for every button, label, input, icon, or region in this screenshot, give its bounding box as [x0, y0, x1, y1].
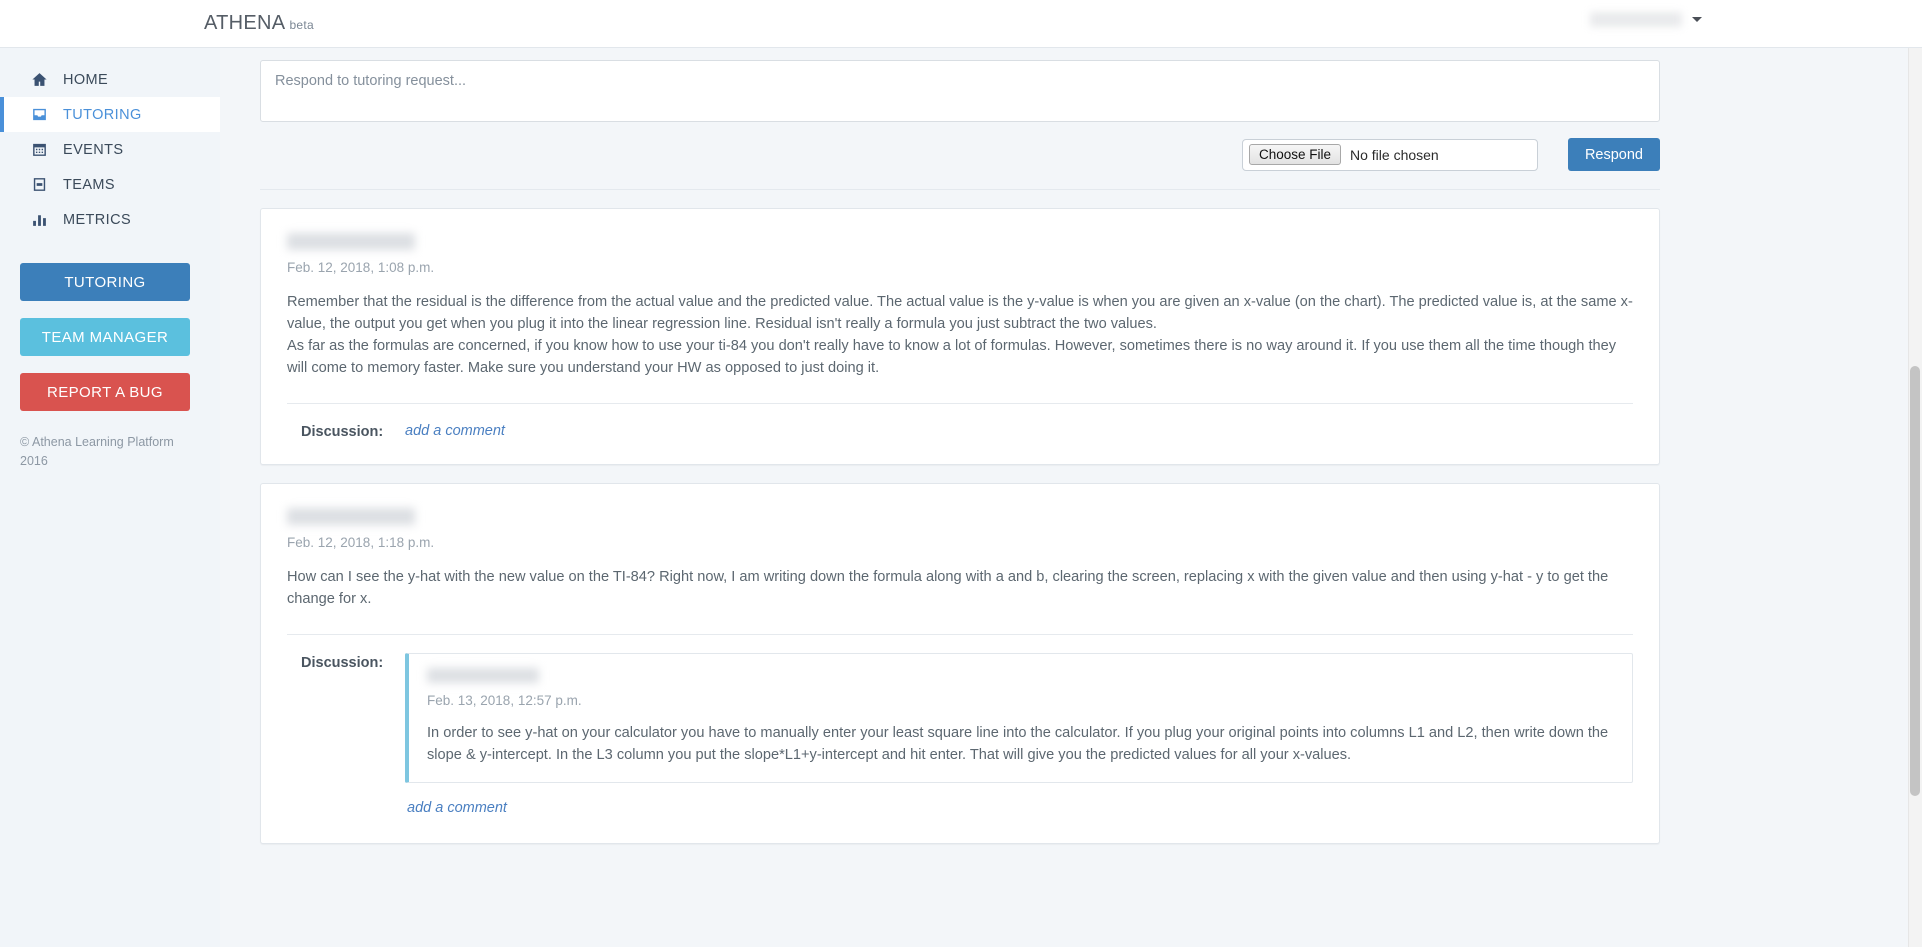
team-manager-button[interactable]: TEAM MANAGER	[20, 318, 190, 356]
comment-footer: add a comment	[405, 783, 1633, 819]
comment-item: Feb. 13, 2018, 12:57 p.m. In order to se…	[405, 653, 1633, 783]
vertical-scrollbar[interactable]	[1908, 48, 1922, 947]
post-timestamp: Feb. 12, 2018, 1:08 p.m.	[287, 260, 435, 275]
user-name-label	[1590, 12, 1682, 27]
scrollbar-thumb[interactable]	[1910, 366, 1920, 796]
report-a-bug-button[interactable]: REPORT A BUG	[20, 373, 190, 411]
sidebar: HOME TUTORING EVENTS TEAMS METRICS TUTOR…	[0, 48, 220, 947]
sidebar-item-metrics[interactable]: METRICS	[0, 202, 220, 237]
comment-body: In order to see y-hat on your calculator…	[427, 725, 1609, 763]
post-card: Feb. 12, 2018, 1:18 p.m. How can I see t…	[260, 483, 1660, 844]
tutoring-button[interactable]: TUTORING	[20, 263, 190, 301]
post-author-name	[287, 508, 415, 525]
bar-chart-icon	[28, 211, 50, 228]
page-layout: HOME TUTORING EVENTS TEAMS METRICS TUTOR…	[0, 48, 1922, 947]
sidebar-item-label: HOME	[63, 71, 109, 88]
chevron-down-icon	[1692, 17, 1702, 22]
comment-author-name	[427, 668, 539, 683]
discussion-label: Discussion:	[301, 655, 384, 671]
post-body: How can I see the y-hat with the new val…	[287, 566, 1633, 610]
post-author-name	[287, 233, 415, 250]
choose-file-button[interactable]: Choose File	[1248, 144, 1341, 165]
sidebar-item-label: METRICS	[63, 211, 132, 228]
file-upload-input[interactable]: Choose File No file chosen	[1241, 138, 1538, 171]
sidebar-action-buttons: TUTORING TEAM MANAGER REPORT A BUG	[0, 263, 220, 411]
post-paragraph: Remember that the residual is the differ…	[287, 294, 1633, 332]
compose-area: Respond to tutoring request... Choose Fi…	[260, 48, 1912, 190]
respond-textarea[interactable]: Respond to tutoring request...	[260, 60, 1660, 122]
add-comment-link[interactable]: add a comment	[405, 423, 505, 439]
sidebar-item-tutoring[interactable]: TUTORING	[0, 97, 220, 132]
add-comment-link[interactable]: add a comment	[407, 800, 507, 816]
discussion-label: Discussion:	[301, 424, 384, 440]
home-icon	[28, 71, 50, 88]
sidebar-item-events[interactable]: EVENTS	[0, 132, 220, 167]
main-content: Respond to tutoring request... Choose Fi…	[220, 48, 1922, 947]
app-brand: ATHENA beta	[204, 12, 314, 35]
sidebar-item-home[interactable]: HOME	[0, 62, 220, 97]
discussion-content: add a comment	[405, 422, 1633, 440]
sidebar-item-label: TUTORING	[63, 106, 142, 123]
sidebar-item-teams[interactable]: TEAMS	[0, 167, 220, 202]
discussion-content: Feb. 13, 2018, 12:57 p.m. In order to se…	[405, 653, 1633, 819]
post-card: Feb. 12, 2018, 1:08 p.m. Remember that t…	[260, 208, 1660, 465]
teams-icon	[28, 176, 50, 193]
comment-timestamp: Feb. 13, 2018, 12:57 p.m.	[427, 693, 582, 708]
sidebar-item-label: TEAMS	[63, 176, 115, 193]
compose-actions: Choose File No file chosen Respond	[260, 138, 1660, 171]
post-timestamp: Feb. 12, 2018, 1:18 p.m.	[287, 535, 435, 550]
user-menu[interactable]	[1590, 12, 1702, 27]
post-paragraph: How can I see the y-hat with the new val…	[287, 569, 1609, 607]
post-body: Remember that the residual is the differ…	[287, 291, 1633, 379]
discussion-section: Discussion: Feb. 13, 2018, 12:57 p.m. In…	[287, 635, 1633, 825]
copyright-text: © Athena Learning Platform 2016	[20, 435, 174, 468]
inbox-icon	[28, 106, 50, 123]
file-status-label: No file chosen	[1350, 146, 1439, 163]
top-bar: ATHENA beta	[0, 0, 1922, 48]
calendar-icon	[28, 141, 50, 158]
sidebar-item-label: EVENTS	[63, 141, 124, 158]
brand-beta-tag: beta	[289, 18, 315, 32]
compose-divider	[260, 189, 1660, 190]
discussion-section: Discussion: add a comment	[287, 404, 1633, 446]
brand-title: ATHENA	[204, 12, 286, 34]
respond-button[interactable]: Respond	[1567, 138, 1660, 171]
post-paragraph: As far as the formulas are concerned, if…	[287, 338, 1617, 376]
